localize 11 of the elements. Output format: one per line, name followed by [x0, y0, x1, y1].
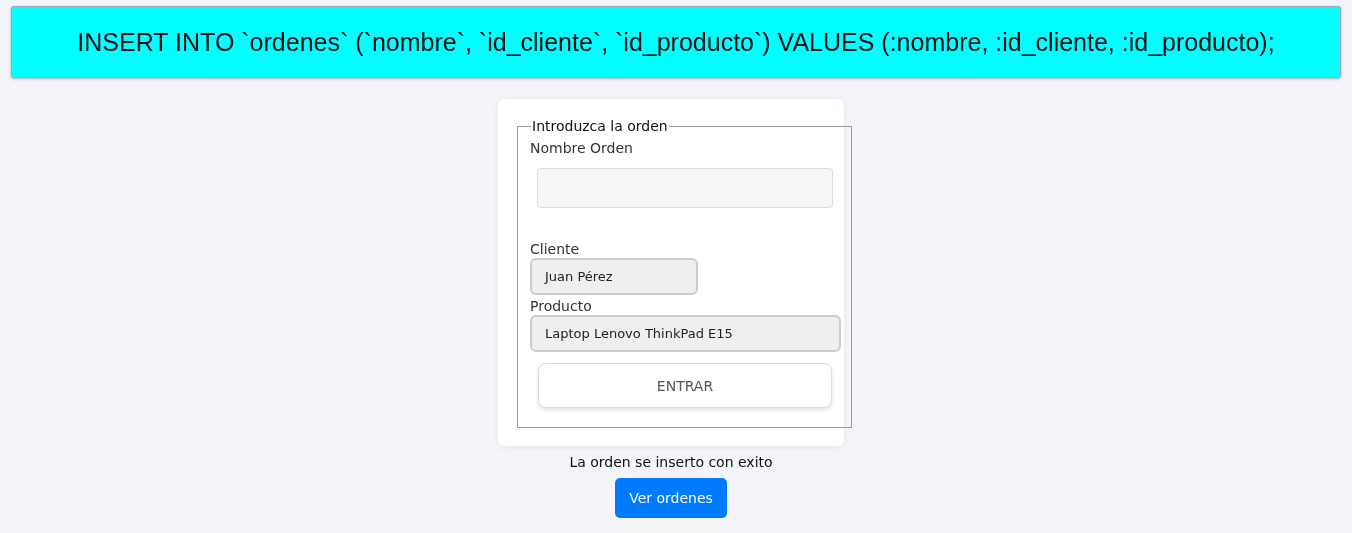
submit-button[interactable]: ENTRAR — [538, 363, 832, 408]
sql-query-banner: INSERT INTO `ordenes` (`nombre`, `id_cliente`, `id_producto`) VALUES (:nombre, :id_cliente, :id_producto); — [11, 6, 1341, 78]
field-label: Producto — [530, 298, 593, 315]
view-orders-button[interactable]: Ver ordenes — [615, 478, 727, 518]
select-field[interactable]: Juan Pérez — [530, 258, 698, 295]
fieldset-legend: Introduzca la orden — [531, 118, 669, 134]
field-label: Nombre Orden — [530, 140, 634, 157]
field-label: Cliente — [530, 241, 581, 258]
select-field[interactable]: Laptop Lenovo ThinkPad E15 — [530, 315, 841, 352]
success-message: La orden se inserto con exito — [569, 454, 773, 470]
input-field[interactable] — [537, 168, 833, 208]
